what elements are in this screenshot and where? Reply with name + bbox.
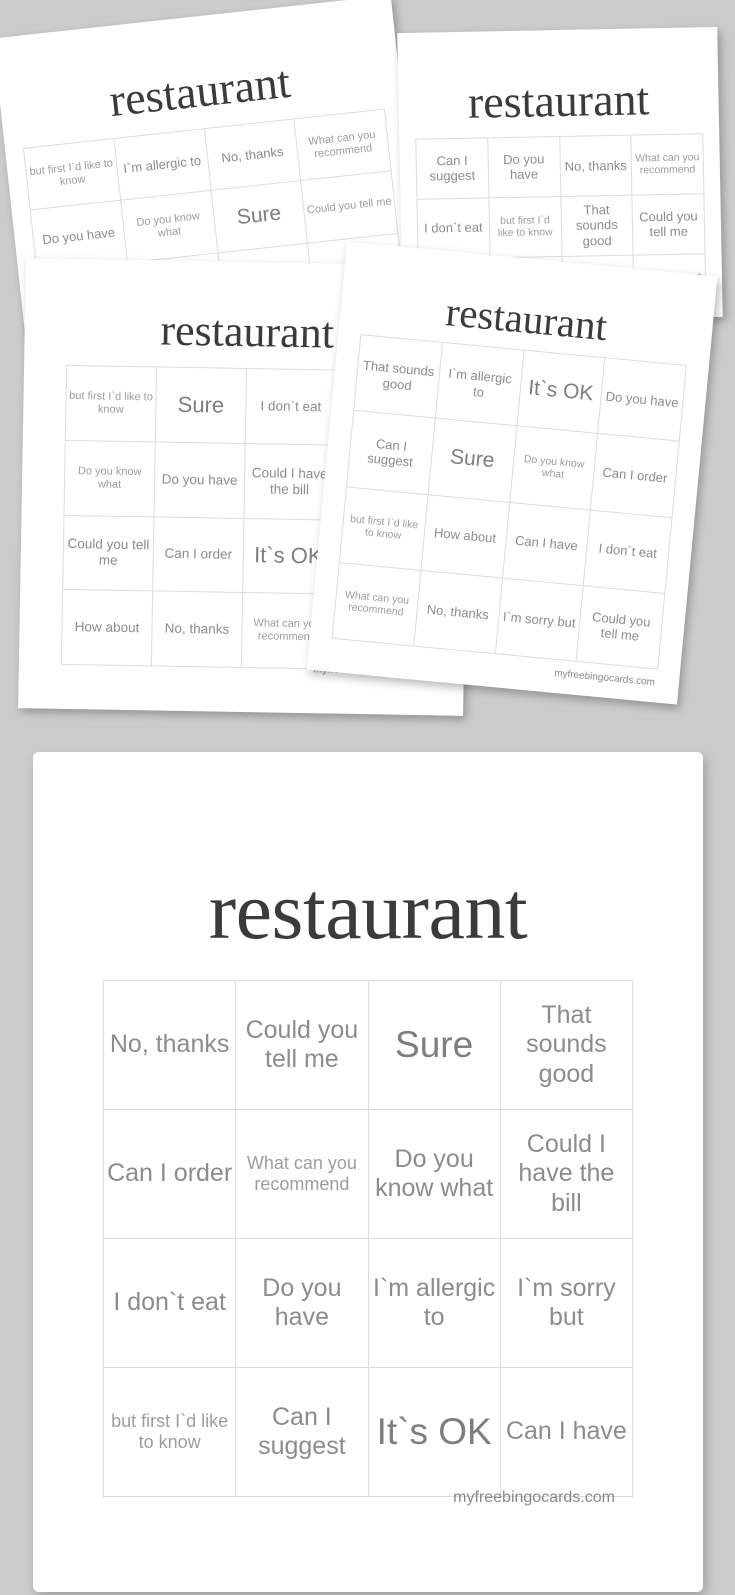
bingo-cell[interactable]: Can I order — [153, 516, 245, 594]
bingo-cell[interactable]: Sure — [428, 418, 517, 503]
bingo-cell[interactable]: Could you tell me — [236, 981, 369, 1110]
bingo-cell[interactable]: I`m allergic to — [368, 1239, 501, 1368]
bingo-cell[interactable]: I`m sorry but — [495, 578, 584, 662]
bingo-cell[interactable]: What can you recommend — [294, 109, 392, 182]
bingo-cell[interactable]: Do you have — [154, 442, 246, 519]
bingo-cell[interactable]: Can I suggest — [346, 411, 436, 495]
bingo-cell[interactable]: I`m allergic to — [114, 129, 212, 201]
bingo-cell[interactable]: No, thanks — [104, 981, 237, 1110]
bingo-cell[interactable]: but first I`d like to know — [65, 365, 158, 443]
card-footer-watermark: myfreebingocards.com — [453, 1489, 615, 1506]
bingo-cell[interactable]: What can you recommend — [631, 134, 705, 196]
bingo-cell[interactable]: Do you know what — [509, 426, 599, 511]
bingo-cell[interactable]: Do you have — [236, 1239, 369, 1368]
bingo-cell[interactable]: Could you tell me — [63, 515, 155, 592]
bingo-cell[interactable]: It`s OK — [368, 1368, 501, 1497]
bingo-cell[interactable]: Do you know what — [64, 440, 156, 517]
bingo-cards-stage: restaurant but first I`d like to know I`m… — [0, 0, 735, 1595]
bingo-cell[interactable]: Can I suggest — [416, 138, 490, 200]
bingo-card-4[interactable]: restaurant That sounds good I`m allergic … — [306, 241, 718, 705]
bingo-cell[interactable]: Sure — [211, 181, 309, 253]
bingo-cell[interactable]: That sounds good — [354, 335, 443, 419]
bingo-cell[interactable]: What can you recommend — [332, 562, 422, 647]
bingo-cell[interactable]: No, thanks — [204, 119, 302, 192]
bingo-cell[interactable]: Do you have — [488, 136, 561, 199]
bingo-cell[interactable]: That sounds good — [500, 981, 633, 1110]
bingo-cell[interactable]: That sounds good — [560, 195, 634, 257]
bingo-cell[interactable]: but first I`d like to know — [339, 487, 429, 571]
bingo-cell[interactable]: Do you know what — [368, 1110, 501, 1239]
card-title: restaurant — [467, 73, 650, 128]
bingo-cell[interactable]: Can I order — [591, 434, 680, 518]
bingo-cell[interactable]: Could you tell me — [632, 193, 706, 256]
bingo-cell[interactable]: Sure — [368, 981, 501, 1110]
bingo-cell[interactable]: but first I`d like to know — [24, 138, 122, 211]
bingo-cell[interactable]: What can you recommend — [236, 1110, 369, 1239]
bingo-cell[interactable]: Could I have the bill — [500, 1110, 633, 1239]
bingo-card-featured[interactable]: restaurant No, thanks Could you tell me Su… — [33, 752, 703, 1592]
bingo-cell[interactable]: Sure — [155, 367, 248, 444]
bingo-cell[interactable]: I don`t eat — [245, 369, 338, 446]
bingo-cell[interactable]: I`m sorry but — [500, 1239, 633, 1368]
bingo-cell[interactable]: Do you know what — [121, 191, 218, 263]
bingo-cell[interactable]: How about — [61, 590, 154, 667]
bingo-cell[interactable]: Can I order — [104, 1110, 237, 1239]
bingo-cell[interactable]: Could you tell me — [301, 171, 399, 244]
bingo-cell[interactable]: I don`t eat — [583, 510, 673, 594]
bingo-cell[interactable]: I`m allergic to — [435, 342, 525, 427]
bingo-cell[interactable]: How about — [421, 494, 510, 579]
bingo-grid: That sounds good I`m allergic to It`s OK Do… — [331, 334, 687, 670]
bingo-cell[interactable]: but first I`d like to know — [104, 1368, 237, 1497]
bingo-cell[interactable]: Do you have — [598, 358, 687, 442]
bingo-cell[interactable]: No, thanks — [413, 570, 503, 655]
bingo-grid: No, thanks Could you tell me Sure That soun… — [103, 980, 633, 1497]
bingo-cell[interactable]: No, thanks — [151, 591, 244, 668]
bingo-cell[interactable]: but first I`d like to know — [489, 196, 563, 258]
bingo-cell[interactable]: I don`t eat — [104, 1239, 237, 1368]
bingo-cell[interactable]: Could you tell me — [576, 586, 666, 670]
card-footer-watermark: myfreebingocards.com — [553, 667, 656, 689]
card-title: restaurant — [208, 865, 528, 956]
bingo-cell[interactable]: Can I have — [500, 1368, 633, 1497]
bingo-cell[interactable]: Can I suggest — [236, 1368, 369, 1497]
bingo-cell[interactable]: Can I have — [502, 502, 592, 587]
bingo-cell[interactable]: No, thanks — [559, 135, 633, 197]
bingo-cell[interactable]: It`s OK — [516, 350, 606, 435]
